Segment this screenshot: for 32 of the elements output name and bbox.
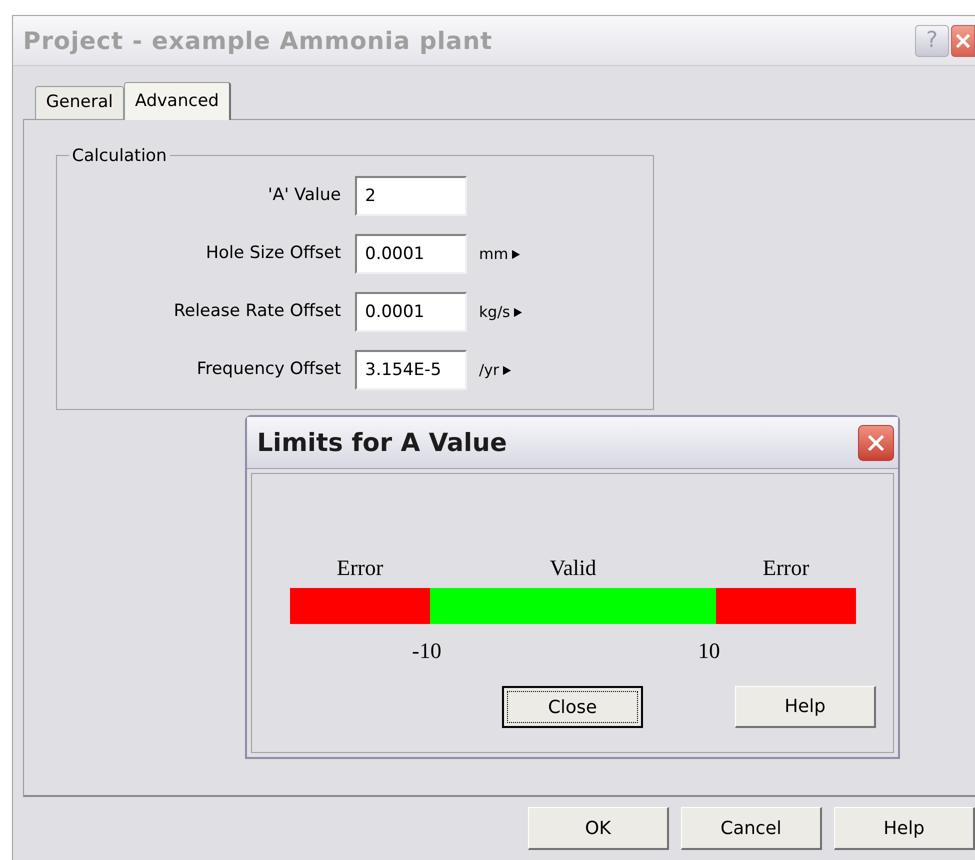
field-label: Hole Size Offset [204,242,342,266]
window-title: Project - example Ammonia plant [23,26,492,56]
field-label: Frequency Offset [196,358,342,382]
dialog-button[interactable]: OK [528,807,669,850]
unit-label: kg/s [479,302,510,323]
dialog-title: Limits for A Value [257,426,507,459]
input-field[interactable]: 0.0001 [355,292,467,332]
close-button[interactable] [858,424,894,460]
dialog-button[interactable]: Cancel [681,807,822,850]
triangle-icon[interactable] [503,366,512,374]
input-field[interactable]: 3.154E-5 [355,350,467,390]
field-label: Release Rate Offset [172,300,342,324]
dialog-button[interactable]: Help [834,807,975,850]
triangle-icon[interactable] [512,250,520,258]
input-field[interactable]: 2 [355,176,467,216]
tab[interactable]: General [35,86,124,119]
range-label: Valid [550,554,596,582]
close-button[interactable] [951,24,975,56]
limit-value: 10 [698,637,720,665]
field-label: 'A' Value [266,184,342,208]
input-field[interactable]: 0.0001 [355,234,467,274]
dialog-button[interactable]: Close [502,686,643,728]
range-label: Error [762,554,810,582]
limit-value: -10 [412,637,442,665]
range-label: Error [336,554,384,582]
tab[interactable]: Advanced [124,82,231,120]
dialog-button[interactable]: Help [735,686,876,728]
unit-label: /yr [479,360,500,381]
unit-label: mm [479,244,508,265]
close-icon [866,432,886,452]
close-icon [954,32,972,50]
triangle-icon[interactable] [514,308,522,316]
